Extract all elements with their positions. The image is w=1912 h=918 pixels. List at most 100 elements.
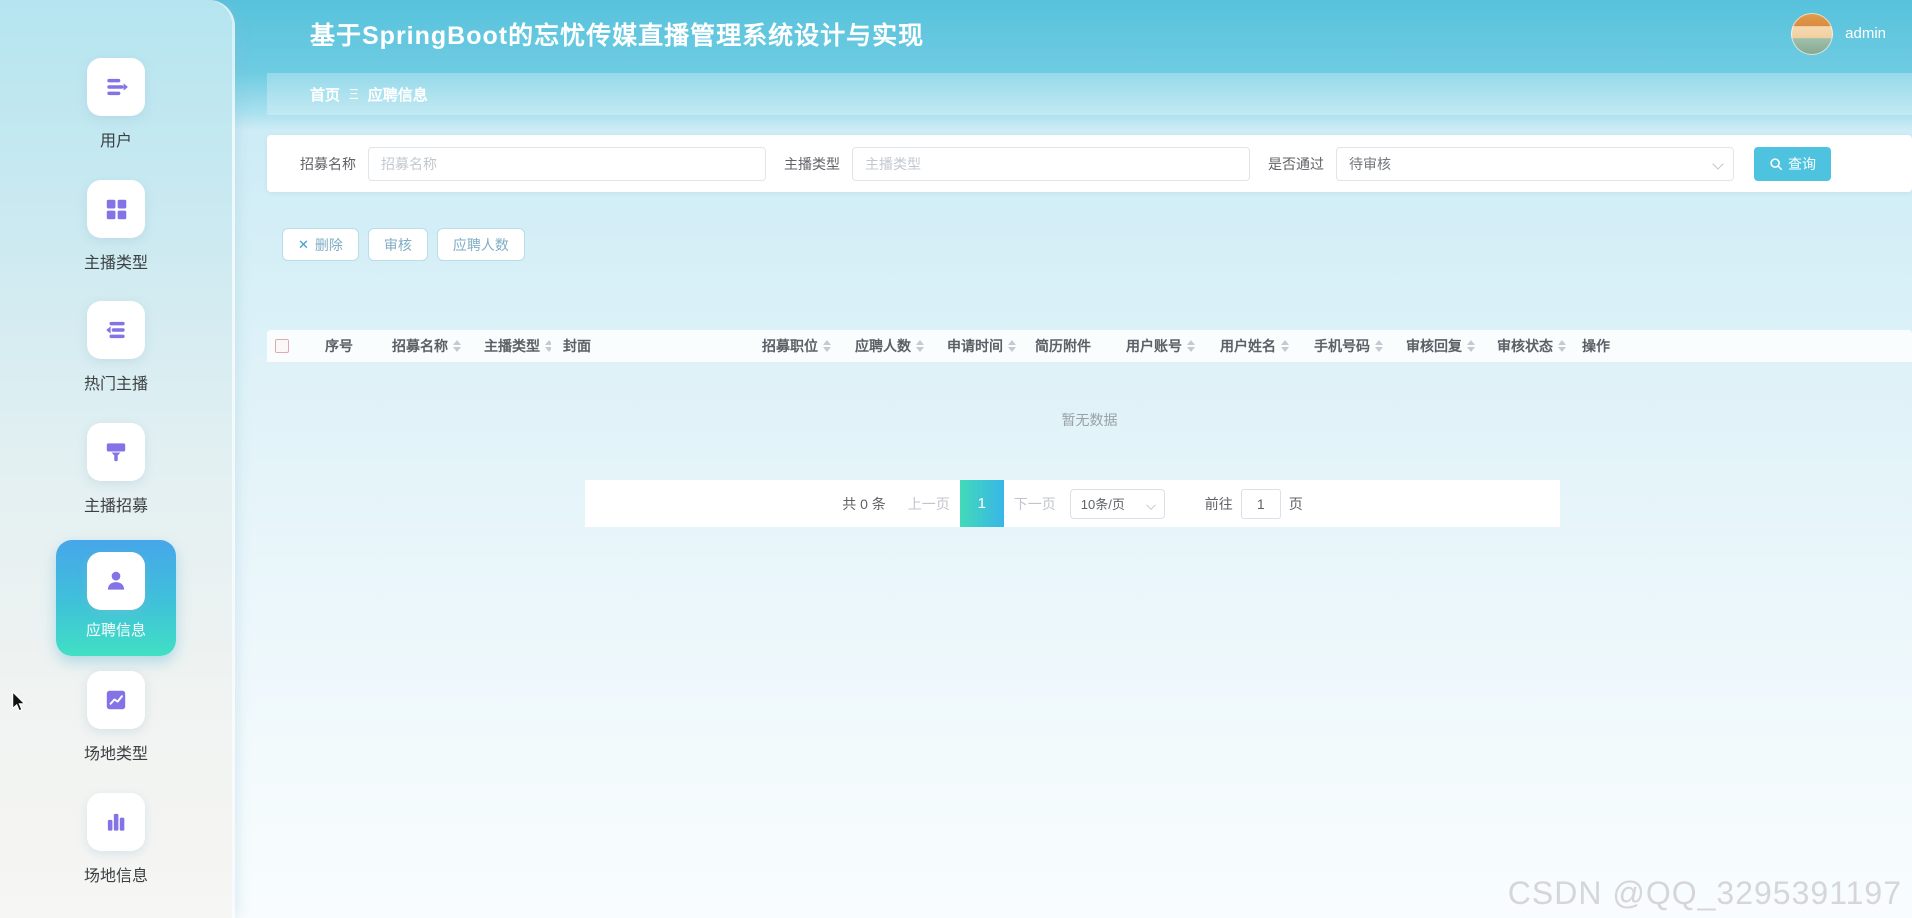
page-size-select[interactable]: 10条/页 [1070, 489, 1165, 519]
breadcrumb: 首页 Ξ 应聘信息 [267, 73, 1912, 115]
grid-icon [87, 180, 145, 238]
brush-icon [87, 423, 145, 481]
username-label: admin [1845, 25, 1886, 42]
pass-status-select[interactable]: 待审核 [1336, 147, 1734, 181]
pagination-total: 共 0 条 [842, 494, 886, 514]
sidebar-item-users[interactable]: 用户 [0, 58, 232, 151]
column-header-applicants: 应聘人数 [843, 330, 935, 362]
breadcrumb-separator-icon: Ξ [349, 86, 359, 103]
toolbar: ✕ 删除 审核 应聘人数 [282, 228, 525, 261]
sidebar-item-label: 热门主播 [84, 370, 148, 394]
sidebar-item-label: 主播类型 [84, 249, 148, 273]
page-unit-label: 页 [1289, 494, 1303, 514]
anchor-type-input[interactable] [852, 147, 1250, 181]
chevron-down-icon [1714, 160, 1723, 169]
column-label: 审核状态 [1497, 336, 1553, 356]
column-label: 招募名称 [392, 336, 448, 356]
user-list-icon [87, 58, 145, 116]
column-label: 序号 [325, 336, 353, 356]
person-icon [87, 552, 145, 610]
pass-status-value: 待审核 [1349, 154, 1391, 174]
sort-icon[interactable] [1467, 340, 1475, 352]
sidebar-item-anchor-recruitment[interactable]: 主播招募 [0, 423, 232, 516]
page-title: 基于SpringBoot的忘忧传媒直播管理系统设计与实现 [310, 0, 924, 67]
sort-icon[interactable] [1281, 340, 1289, 352]
column-label: 应聘人数 [855, 336, 911, 356]
breadcrumb-home[interactable]: 首页 [310, 84, 340, 105]
watermark: CSDN @QQ_3295391197 [1508, 875, 1902, 912]
column-header-recruit-name: 招募名称 [380, 330, 472, 362]
bar-chart-icon [87, 793, 145, 851]
next-page-button[interactable]: 下一页 [1014, 494, 1056, 514]
prev-page-button[interactable]: 上一页 [908, 494, 950, 514]
column-header-audit-status: 审核状态 [1485, 330, 1570, 362]
search-icon [1769, 157, 1783, 171]
column-header-audit-reply: 审核回复 [1394, 330, 1485, 362]
column-label: 审核回复 [1406, 336, 1462, 356]
recruit-name-label: 招募名称 [300, 154, 356, 174]
sidebar-item-label: 用户 [100, 127, 132, 151]
applicant-count-button[interactable]: 应聘人数 [437, 228, 525, 261]
column-header-account: 用户账号 [1114, 330, 1208, 362]
sort-icon[interactable] [1187, 340, 1195, 352]
sidebar-item-label: 场地信息 [84, 862, 148, 886]
mouse-cursor [10, 692, 28, 712]
empty-state-text: 暂无数据 [267, 410, 1912, 430]
current-page-button[interactable]: 1 [960, 480, 1004, 527]
column-label: 申请时间 [947, 336, 1003, 356]
sidebar-item-application-info[interactable]: 应聘信息 [56, 540, 176, 656]
column-label: 主播类型 [484, 336, 540, 356]
page-size-value: 10条/页 [1081, 494, 1125, 513]
column-label: 封面 [563, 336, 591, 356]
column-header-resume: 简历附件 [1023, 330, 1114, 362]
sort-icon[interactable] [453, 340, 461, 352]
chevron-down-icon [1147, 501, 1155, 509]
anchor-type-label: 主播类型 [784, 154, 840, 174]
column-label: 用户账号 [1126, 336, 1182, 356]
table-header: 序号 招募名称 主播类型 封面 招募职位 应聘人数 申请时间 简历附件 用户账号… [267, 330, 1912, 363]
column-label: 简历附件 [1035, 336, 1091, 356]
avatar[interactable] [1791, 13, 1833, 55]
delete-button[interactable]: ✕ 删除 [282, 228, 359, 261]
sidebar-item-label: 场地类型 [84, 740, 148, 764]
goto-page-input[interactable] [1241, 489, 1281, 519]
column-label: 操作 [1582, 336, 1610, 356]
breadcrumb-current: 应聘信息 [368, 84, 428, 105]
sort-icon[interactable] [1008, 340, 1016, 352]
user-box[interactable]: admin [1791, 0, 1886, 67]
recruit-name-input[interactable] [368, 147, 766, 181]
sidebar-item-venue-type[interactable]: 场地类型 [0, 671, 232, 764]
sidebar-item-anchor-type[interactable]: 主播类型 [0, 180, 232, 273]
select-all-checkbox[interactable] [275, 339, 289, 353]
sort-icon[interactable] [916, 340, 924, 352]
sort-icon[interactable] [1558, 340, 1566, 352]
search-button-label: 查询 [1788, 154, 1816, 174]
column-header-phone: 手机号码 [1302, 330, 1394, 362]
column-header-cover: 封面 [551, 330, 750, 362]
sidebar-item-venue-info[interactable]: 场地信息 [0, 793, 232, 886]
sort-icon[interactable] [1375, 340, 1383, 352]
goto-label: 前往 [1205, 494, 1233, 514]
column-header-position: 招募职位 [750, 330, 843, 362]
close-icon: ✕ [298, 237, 309, 253]
column-header-anchor-type: 主播类型 [472, 330, 551, 362]
audit-button-label: 审核 [384, 235, 412, 255]
sidebar-item-hot-anchors[interactable]: 热门主播 [0, 301, 232, 394]
trend-chart-icon [87, 671, 145, 729]
pass-status-label: 是否通过 [1268, 154, 1324, 174]
sidebar-item-label: 主播招募 [84, 492, 148, 516]
column-label: 招募职位 [762, 336, 818, 356]
column-header-apply-time: 申请时间 [935, 330, 1023, 362]
column-label: 手机号码 [1314, 336, 1370, 356]
pagination: 共 0 条 上一页 1 下一页 10条/页 前往 页 [585, 480, 1560, 527]
audit-button[interactable]: 审核 [368, 228, 428, 261]
column-header-actions: 操作 [1570, 330, 1912, 362]
search-button[interactable]: 查询 [1754, 147, 1831, 181]
column-label: 用户姓名 [1220, 336, 1276, 356]
sort-icon[interactable] [823, 340, 831, 352]
column-header-user-name: 用户姓名 [1208, 330, 1302, 362]
filter-card: 招募名称 主播类型 是否通过 待审核 查询 [267, 135, 1912, 192]
column-header-index: 序号 [313, 330, 380, 362]
applicant-count-button-label: 应聘人数 [453, 235, 509, 255]
delete-button-label: 删除 [315, 235, 343, 255]
